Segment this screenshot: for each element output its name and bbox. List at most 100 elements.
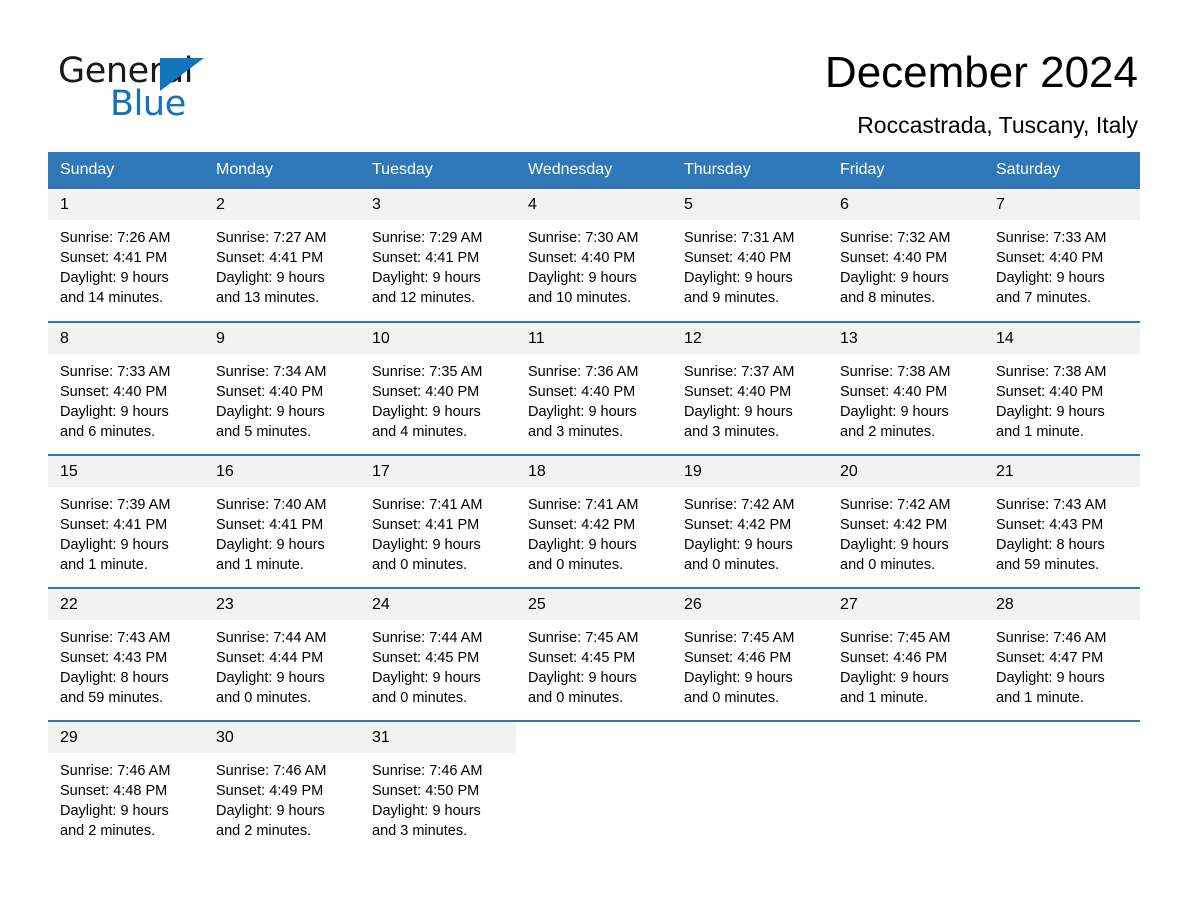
day-cell-content: 4 Sunrise: 7:30 AM Sunset: 4:40 PM Dayli… (516, 189, 672, 321)
sunrise-text: Sunrise: 7:45 AM (840, 630, 951, 646)
sunset-text: Sunset: 4:41 PM (216, 517, 324, 533)
daylight-text-line2: and 0 minutes. (684, 557, 780, 573)
day-cell[interactable]: 25 Sunrise: 7:45 AM Sunset: 4:45 PM Dayl… (516, 587, 672, 721)
day-cell-content: 29 Sunrise: 7:46 AM Sunset: 4:48 PM Dayl… (48, 722, 204, 854)
sunrise-text: Sunrise: 7:36 AM (528, 364, 639, 380)
sunset-text: Sunset: 4:40 PM (528, 384, 636, 400)
day-cell-content: 8 Sunrise: 7:33 AM Sunset: 4:40 PM Dayli… (48, 323, 204, 454)
day-cell-content: 15 Sunrise: 7:39 AM Sunset: 4:41 PM Dayl… (48, 456, 204, 587)
day-cell[interactable]: 31 Sunrise: 7:46 AM Sunset: 4:50 PM Dayl… (360, 720, 516, 854)
day-cell[interactable]: 23 Sunrise: 7:44 AM Sunset: 4:44 PM Dayl… (204, 587, 360, 721)
day-cell[interactable]: 11 Sunrise: 7:36 AM Sunset: 4:40 PM Dayl… (516, 321, 672, 455)
daylight-text-line1: Daylight: 9 hours (372, 803, 481, 819)
day-cell[interactable]: 4 Sunrise: 7:30 AM Sunset: 4:40 PM Dayli… (516, 189, 672, 322)
day-info: Sunrise: 7:45 AM Sunset: 4:46 PM Dayligh… (672, 620, 828, 708)
day-cell-content: 16 Sunrise: 7:40 AM Sunset: 4:41 PM Dayl… (204, 456, 360, 587)
day-cell[interactable]: 20 Sunrise: 7:42 AM Sunset: 4:42 PM Dayl… (828, 454, 984, 588)
day-number: 5 (672, 189, 828, 220)
daylight-text-line2: and 3 minutes. (684, 424, 780, 440)
day-cell[interactable]: 2 Sunrise: 7:27 AM Sunset: 4:41 PM Dayli… (204, 189, 360, 322)
sunrise-text: Sunrise: 7:43 AM (60, 630, 171, 646)
day-info: Sunrise: 7:37 AM Sunset: 4:40 PM Dayligh… (672, 354, 828, 442)
day-cell-content: 20 Sunrise: 7:42 AM Sunset: 4:42 PM Dayl… (828, 456, 984, 587)
day-cell[interactable]: 1 Sunrise: 7:26 AM Sunset: 4:41 PM Dayli… (48, 189, 204, 322)
generalblue-logo[interactable]: General Blue (58, 46, 208, 122)
day-cell[interactable]: 30 Sunrise: 7:46 AM Sunset: 4:49 PM Dayl… (204, 720, 360, 854)
day-cell[interactable]: 10 Sunrise: 7:35 AM Sunset: 4:40 PM Dayl… (360, 321, 516, 455)
weekday-header-saturday: Saturday (984, 152, 1140, 189)
day-number: 13 (828, 323, 984, 354)
daylight-text-line2: and 13 minutes. (216, 290, 320, 306)
sunrise-text: Sunrise: 7:45 AM (684, 630, 795, 646)
daylight-text-line1: Daylight: 9 hours (372, 670, 481, 686)
day-cell[interactable]: 28 Sunrise: 7:46 AM Sunset: 4:47 PM Dayl… (984, 587, 1140, 721)
calendar-grid: Sunday Monday Tuesday Wednesday Thursday… (48, 152, 1140, 854)
day-cell[interactable]: 5 Sunrise: 7:31 AM Sunset: 4:40 PM Dayli… (672, 189, 828, 322)
page-subtitle: Roccastrada, Tuscany, Italy (857, 112, 1138, 138)
day-cell[interactable]: 27 Sunrise: 7:45 AM Sunset: 4:46 PM Dayl… (828, 587, 984, 721)
sunrise-text: Sunrise: 7:46 AM (216, 763, 327, 779)
day-info: Sunrise: 7:33 AM Sunset: 4:40 PM Dayligh… (984, 220, 1140, 308)
sunset-text: Sunset: 4:40 PM (840, 384, 948, 400)
daylight-text-line1: Daylight: 9 hours (996, 270, 1105, 286)
daylight-text-line2: and 1 minute. (996, 424, 1084, 440)
sunrise-text: Sunrise: 7:38 AM (840, 364, 951, 380)
day-cell[interactable]: 19 Sunrise: 7:42 AM Sunset: 4:42 PM Dayl… (672, 454, 828, 588)
sunrise-text: Sunrise: 7:41 AM (372, 497, 483, 513)
day-cell[interactable]: 29 Sunrise: 7:46 AM Sunset: 4:48 PM Dayl… (48, 720, 204, 854)
daylight-text-line2: and 2 minutes. (60, 823, 156, 839)
day-cell[interactable]: 26 Sunrise: 7:45 AM Sunset: 4:46 PM Dayl… (672, 587, 828, 721)
day-cell[interactable]: 22 Sunrise: 7:43 AM Sunset: 4:43 PM Dayl… (48, 587, 204, 721)
daylight-text-line2: and 14 minutes. (60, 290, 164, 306)
day-cell[interactable]: 6 Sunrise: 7:32 AM Sunset: 4:40 PM Dayli… (828, 189, 984, 322)
daylight-text-line1: Daylight: 9 hours (372, 270, 481, 286)
day-cell-content: 5 Sunrise: 7:31 AM Sunset: 4:40 PM Dayli… (672, 189, 828, 321)
sunset-text: Sunset: 4:44 PM (216, 650, 324, 666)
day-cell[interactable]: 13 Sunrise: 7:38 AM Sunset: 4:40 PM Dayl… (828, 321, 984, 455)
daylight-text-line2: and 10 minutes. (528, 290, 632, 306)
day-number: 20 (828, 456, 984, 487)
day-number: 30 (204, 722, 360, 753)
day-cell[interactable]: 17 Sunrise: 7:41 AM Sunset: 4:41 PM Dayl… (360, 454, 516, 588)
week-row: 29 Sunrise: 7:46 AM Sunset: 4:48 PM Dayl… (48, 720, 1140, 854)
daylight-text-line1: Daylight: 9 hours (684, 404, 793, 420)
sunset-text: Sunset: 4:42 PM (840, 517, 948, 533)
title-block: December 2024 Roccastrada, Tuscany, Ital… (208, 46, 1138, 139)
sunset-text: Sunset: 4:41 PM (60, 250, 168, 266)
daylight-text-line1: Daylight: 9 hours (60, 270, 169, 286)
day-cell[interactable]: 9 Sunrise: 7:34 AM Sunset: 4:40 PM Dayli… (204, 321, 360, 455)
day-cell[interactable]: 15 Sunrise: 7:39 AM Sunset: 4:41 PM Dayl… (48, 454, 204, 588)
day-cell[interactable]: 14 Sunrise: 7:38 AM Sunset: 4:40 PM Dayl… (984, 321, 1140, 455)
day-cell[interactable]: 21 Sunrise: 7:43 AM Sunset: 4:43 PM Dayl… (984, 454, 1140, 588)
sunset-text: Sunset: 4:49 PM (216, 783, 324, 799)
sunset-text: Sunset: 4:40 PM (840, 250, 948, 266)
sunset-text: Sunset: 4:40 PM (216, 384, 324, 400)
sunset-text: Sunset: 4:41 PM (372, 517, 480, 533)
day-number: 19 (672, 456, 828, 487)
day-cell[interactable]: 8 Sunrise: 7:33 AM Sunset: 4:40 PM Dayli… (48, 321, 204, 455)
sunset-text: Sunset: 4:47 PM (996, 650, 1104, 666)
day-number: 22 (48, 589, 204, 620)
daylight-text-line2: and 9 minutes. (684, 290, 780, 306)
sunrise-text: Sunrise: 7:33 AM (996, 230, 1107, 246)
daylight-text-line1: Daylight: 9 hours (216, 270, 325, 286)
sunrise-text: Sunrise: 7:46 AM (996, 630, 1107, 646)
day-info: Sunrise: 7:43 AM Sunset: 4:43 PM Dayligh… (48, 620, 204, 708)
day-info: Sunrise: 7:45 AM Sunset: 4:45 PM Dayligh… (516, 620, 672, 708)
day-cell[interactable]: 3 Sunrise: 7:29 AM Sunset: 4:41 PM Dayli… (360, 189, 516, 322)
daylight-text-line2: and 0 minutes. (528, 690, 624, 706)
day-cell[interactable]: 7 Sunrise: 7:33 AM Sunset: 4:40 PM Dayli… (984, 189, 1140, 322)
sunset-text: Sunset: 4:40 PM (372, 384, 480, 400)
day-cell[interactable]: 18 Sunrise: 7:41 AM Sunset: 4:42 PM Dayl… (516, 454, 672, 588)
day-cell[interactable]: 16 Sunrise: 7:40 AM Sunset: 4:41 PM Dayl… (204, 454, 360, 588)
day-cell-content: 11 Sunrise: 7:36 AM Sunset: 4:40 PM Dayl… (516, 323, 672, 454)
week-row: 22 Sunrise: 7:43 AM Sunset: 4:43 PM Dayl… (48, 587, 1140, 721)
day-cell[interactable]: 12 Sunrise: 7:37 AM Sunset: 4:40 PM Dayl… (672, 321, 828, 455)
week-row: 8 Sunrise: 7:33 AM Sunset: 4:40 PM Dayli… (48, 321, 1140, 455)
day-info: Sunrise: 7:41 AM Sunset: 4:41 PM Dayligh… (360, 487, 516, 575)
daylight-text-line2: and 1 minute. (216, 557, 304, 573)
day-info: Sunrise: 7:40 AM Sunset: 4:41 PM Dayligh… (204, 487, 360, 575)
calendar-body: 1 Sunrise: 7:26 AM Sunset: 4:41 PM Dayli… (48, 189, 1140, 854)
daylight-text-line1: Daylight: 9 hours (840, 537, 949, 553)
day-cell[interactable]: 24 Sunrise: 7:44 AM Sunset: 4:45 PM Dayl… (360, 587, 516, 721)
